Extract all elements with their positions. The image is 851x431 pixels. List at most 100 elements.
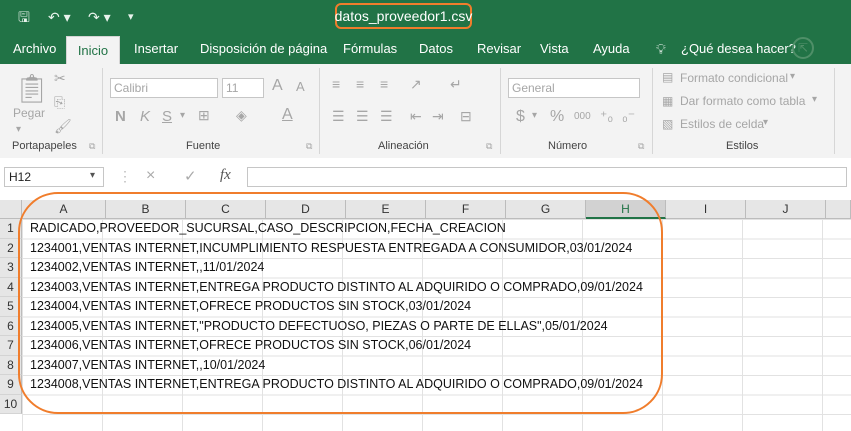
- orientation-icon[interactable]: ↗: [410, 76, 422, 93]
- tab-vista[interactable]: Vista: [540, 34, 569, 64]
- cell-a1[interactable]: RADICADO,PROVEEDOR_SUCURSAL,CASO_DESCRIP…: [30, 219, 506, 239]
- tab-formulas[interactable]: Fórmulas: [343, 34, 397, 64]
- redo-icon[interactable]: ↷ ▾: [88, 8, 111, 26]
- percent-button[interactable]: %: [550, 108, 564, 126]
- name-box[interactable]: H12: [4, 167, 104, 187]
- tell-me-search[interactable]: ¿Qué desea hacer?: [681, 34, 796, 64]
- column-header-f[interactable]: F: [426, 200, 506, 219]
- undo-icon[interactable]: ↶ ▾: [48, 8, 71, 26]
- column-header-c[interactable]: C: [186, 200, 266, 219]
- currency-button[interactable]: $: [516, 108, 525, 126]
- align-center-icon[interactable]: ☰: [356, 108, 369, 125]
- format-as-table-dropdown-icon[interactable]: ▾: [812, 94, 817, 105]
- decrease-decimal-icon[interactable]: ₀⁻: [622, 108, 635, 125]
- font-name-combo[interactable]: Calibri: [110, 78, 218, 98]
- column-header-d[interactable]: D: [266, 200, 346, 219]
- format-as-table-button[interactable]: Dar formato como tabla: [680, 94, 805, 108]
- column-header-j[interactable]: J: [746, 200, 826, 219]
- cut-icon[interactable]: ✂: [54, 70, 66, 87]
- cell-a8[interactable]: 1234007,VENTAS INTERNET,,10/01/2024: [30, 356, 265, 376]
- row-header-7[interactable]: 7: [0, 336, 22, 356]
- font-launcher-icon[interactable]: ⧉: [306, 141, 312, 152]
- formula-input[interactable]: [247, 167, 847, 187]
- increase-indent-icon[interactable]: ⇥: [432, 108, 444, 125]
- number-format-combo[interactable]: General: [508, 78, 640, 98]
- row-header-2[interactable]: 2: [0, 238, 22, 258]
- name-box-dropdown-icon[interactable]: ▾: [90, 170, 95, 181]
- alignment-launcher-icon[interactable]: ⧉: [486, 141, 492, 152]
- wrap-text-icon[interactable]: ↵: [450, 76, 462, 93]
- tab-insertar[interactable]: Insertar: [134, 34, 178, 64]
- merge-center-icon[interactable]: ⊟: [460, 108, 472, 125]
- fill-color-icon[interactable]: ◈: [236, 107, 247, 124]
- save-icon[interactable]: 🖫: [18, 8, 30, 26]
- thousands-button[interactable]: 000: [574, 111, 591, 122]
- bold-button[interactable]: N: [115, 108, 126, 125]
- tab-inicio[interactable]: Inicio: [66, 36, 120, 64]
- lightbulb-icon: 💡︎: [656, 41, 666, 57]
- align-middle-icon[interactable]: ≡: [356, 76, 364, 92]
- conditional-format-button[interactable]: Formato condicional: [680, 71, 788, 85]
- format-painter-icon[interactable]: 🖌︎: [54, 118, 72, 135]
- cell-a2[interactable]: 1234001,VENTAS INTERNET,INCUMPLIMIENTO R…: [30, 239, 632, 259]
- cell-a9[interactable]: 1234008,VENTAS INTERNET,ENTREGA PRODUCTO…: [30, 375, 643, 395]
- underline-dropdown-icon[interactable]: ▾: [180, 110, 185, 121]
- currency-dropdown-icon[interactable]: ▾: [532, 110, 537, 121]
- column-header-i[interactable]: I: [666, 200, 746, 219]
- cell-a3[interactable]: 1234002,VENTAS INTERNET,,11/01/2024: [30, 258, 264, 278]
- font-size-combo[interactable]: 11: [222, 78, 264, 98]
- customize-qat-icon[interactable]: ▾: [128, 8, 134, 26]
- row-header-9[interactable]: 9: [0, 375, 22, 395]
- column-header-a[interactable]: A: [22, 200, 106, 219]
- row-header-3[interactable]: 3: [0, 258, 22, 278]
- column-header-g[interactable]: G: [506, 200, 586, 219]
- cell-a5[interactable]: 1234004,VENTAS INTERNET,OFRECE PRODUCTOS…: [30, 297, 471, 317]
- enter-icon[interactable]: ✓: [184, 167, 197, 185]
- row-header-5[interactable]: 5: [0, 297, 22, 317]
- conditional-format-dropdown-icon[interactable]: ▾: [790, 71, 795, 82]
- align-top-icon[interactable]: ≡: [332, 76, 340, 92]
- clipboard-group-label: Portapapeles: [12, 140, 77, 152]
- column-header-h[interactable]: H: [586, 200, 666, 219]
- select-all-corner[interactable]: [0, 200, 22, 219]
- copy-icon[interactable]: ⎘: [54, 94, 65, 111]
- decrease-indent-icon[interactable]: ⇤: [410, 108, 422, 125]
- insert-function-icon[interactable]: fx: [220, 167, 231, 184]
- cell-a4[interactable]: 1234003,VENTAS INTERNET,ENTREGA PRODUCTO…: [30, 278, 643, 298]
- paste-label[interactable]: Pegar: [13, 106, 45, 120]
- clipboard-launcher-icon[interactable]: ⧉: [89, 141, 95, 152]
- grow-font-icon[interactable]: A: [272, 77, 283, 95]
- cell-styles-dropdown-icon[interactable]: ▾: [763, 117, 768, 128]
- account-icon[interactable]: ⇱: [792, 37, 814, 59]
- tab-ayuda[interactable]: Ayuda: [593, 34, 630, 64]
- cell-a7[interactable]: 1234006,VENTAS INTERNET,OFRECE PRODUCTOS…: [30, 336, 471, 356]
- tab-disposicion[interactable]: Disposición de página: [200, 34, 327, 64]
- shrink-font-icon[interactable]: A: [296, 79, 305, 94]
- font-color-button[interactable]: A: [282, 106, 293, 124]
- cell-styles-button[interactable]: Estilos de celda: [680, 117, 764, 131]
- column-header-b[interactable]: B: [106, 200, 186, 219]
- column-header-k[interactable]: [826, 200, 851, 219]
- borders-icon[interactable]: ⊞: [198, 107, 210, 124]
- cell-a6[interactable]: 1234005,VENTAS INTERNET,"PRODUCTO DEFECT…: [30, 317, 608, 337]
- row-header-10[interactable]: 10: [0, 394, 22, 414]
- row-header-1[interactable]: 1: [0, 219, 22, 239]
- align-bottom-icon[interactable]: ≡: [380, 76, 388, 92]
- column-header-e[interactable]: E: [346, 200, 426, 219]
- row-header-8[interactable]: 8: [0, 355, 22, 375]
- cancel-icon[interactable]: ×: [146, 167, 155, 185]
- row-header-6[interactable]: 6: [0, 316, 22, 336]
- tab-archivo[interactable]: Archivo: [13, 34, 56, 64]
- tab-revisar[interactable]: Revisar: [477, 34, 521, 64]
- row-header-4[interactable]: 4: [0, 277, 22, 297]
- italic-button[interactable]: K: [140, 108, 150, 125]
- paste-icon[interactable]: 📋︎: [14, 72, 50, 105]
- ribbon-tabs: Archivo Inicio Insertar Disposición de p…: [0, 34, 851, 64]
- align-right-icon[interactable]: ☰: [380, 108, 393, 125]
- align-left-icon[interactable]: ☰: [332, 108, 345, 125]
- number-launcher-icon[interactable]: ⧉: [638, 141, 644, 152]
- paste-dropdown-icon[interactable]: ▾: [16, 124, 21, 135]
- underline-button[interactable]: S: [162, 108, 172, 125]
- increase-decimal-icon[interactable]: ⁺₀: [600, 108, 613, 125]
- tab-datos[interactable]: Datos: [419, 34, 453, 64]
